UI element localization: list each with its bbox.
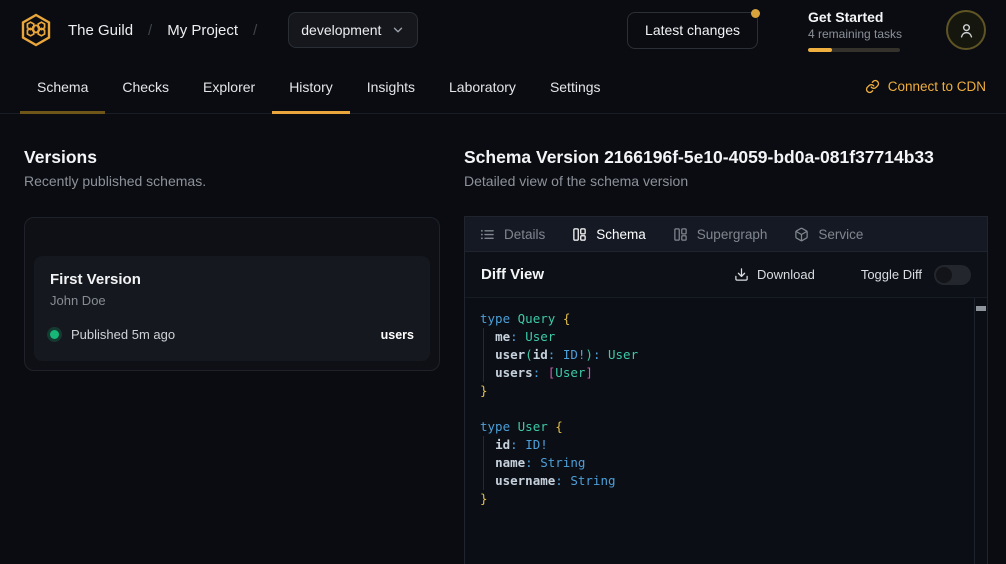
indent-guide [483, 364, 484, 382]
versions-subtitle: Recently published schemas. [24, 173, 440, 190]
version-author: John Doe [50, 293, 414, 309]
get-started-progressbar [808, 48, 900, 52]
environment-select-value: development [301, 22, 381, 38]
latest-changes-label: Latest changes [645, 22, 740, 38]
toggle-diff-label: Toggle Diff [861, 267, 922, 282]
versions-title: Versions [24, 147, 440, 167]
switch-knob [936, 267, 952, 283]
code-line: me: User [480, 328, 961, 346]
published-status-dot [50, 330, 59, 339]
breadcrumb-project[interactable]: My Project [167, 22, 238, 39]
code-line: type Query { [480, 310, 961, 328]
diff-toolbar: Diff View Download Toggle Diff [465, 252, 987, 298]
cube-icon [794, 227, 809, 242]
tab-details[interactable]: Details [480, 227, 545, 242]
indent-guide [483, 346, 484, 364]
main-content: Versions Recently published schemas. Fir… [0, 114, 1006, 564]
nav-tab-settings[interactable]: Settings [533, 60, 618, 113]
notification-dot [751, 9, 760, 18]
toggle-diff-switch[interactable] [934, 265, 971, 285]
version-title: First Version [50, 270, 414, 289]
version-detail-panel: Schema Version 2166196f-5e10-4059-bd0a-0… [464, 147, 1006, 564]
viewer-tabstrip: Details Schema Sup [465, 217, 987, 252]
nav-tab-history[interactable]: History [272, 60, 350, 113]
code-line: username: String [480, 472, 961, 490]
nav-tab-label: Settings [550, 79, 601, 95]
tab-service[interactable]: Service [794, 227, 863, 242]
get-started-title: Get Started [808, 9, 900, 26]
nav-tab-label: Explorer [203, 79, 255, 95]
breadcrumb: The Guild / My Project / [68, 22, 272, 39]
indent-guide [483, 472, 484, 490]
tab-supergraph[interactable]: Supergraph [673, 227, 768, 242]
nav-tab-explorer[interactable]: Explorer [186, 60, 272, 113]
breadcrumb-separator: / [253, 22, 257, 39]
latest-changes-button[interactable]: Latest changes [627, 12, 758, 49]
version-list-item[interactable]: First Version John Doe Published 5m ago … [34, 256, 430, 361]
indent-guide [483, 454, 484, 472]
nav-tab-laboratory[interactable]: Laboratory [432, 60, 533, 113]
indent-guide [483, 436, 484, 454]
environment-select[interactable]: development [288, 12, 418, 48]
versions-list-card: First Version John Doe Published 5m ago … [24, 217, 440, 371]
get-started-widget[interactable]: Get Started 4 remaining tasks [808, 9, 900, 52]
indent-guide [483, 328, 484, 346]
download-button[interactable]: Download [728, 266, 821, 283]
diff-view-title: Diff View [481, 266, 544, 283]
service-name-badge: users [381, 328, 414, 342]
progress-fill [808, 48, 832, 52]
nav-tab-schema[interactable]: Schema [20, 60, 105, 113]
breadcrumb-separator: / [148, 22, 152, 39]
code-scrollbar-thumb[interactable] [976, 306, 986, 311]
version-meta-row: Published 5m ago users [50, 327, 414, 342]
app-header: The Guild / My Project / development Lat… [0, 0, 1006, 60]
nav-tab-label: Laboratory [449, 79, 516, 95]
schema-code-viewer: type Query { me: User user(id: ID!): Use… [465, 298, 987, 564]
connect-to-cdn-button[interactable]: Connect to CDN [865, 79, 986, 94]
code-line: id: ID! [480, 436, 961, 454]
tab-label: Schema [596, 227, 646, 242]
nav-tab-label: Checks [122, 79, 169, 95]
breadcrumb-org[interactable]: The Guild [68, 22, 133, 39]
code-line: type User { [480, 418, 961, 436]
person-icon [958, 22, 975, 39]
connect-to-cdn-label: Connect to CDN [888, 79, 986, 94]
tab-label: Service [818, 227, 863, 242]
layout-icon [673, 227, 688, 242]
schema-version-title: Schema Version 2166196f-5e10-4059-bd0a-0… [464, 147, 988, 167]
layout-icon [572, 227, 587, 242]
code-line [480, 400, 961, 418]
project-nav: Schema Checks Explorer History Insights … [0, 60, 1006, 114]
header-actions: Latest changes Get Started 4 remaining t… [627, 9, 986, 52]
download-icon [734, 267, 749, 282]
schema-version-subtitle: Detailed view of the schema version [464, 173, 988, 190]
chevron-down-icon [391, 23, 405, 37]
schema-viewer: Details Schema Sup [464, 216, 988, 564]
tab-schema[interactable]: Schema [572, 227, 646, 242]
tab-label: Details [504, 227, 545, 242]
nav-tab-label: Schema [37, 79, 88, 95]
nav-tab-label: History [289, 79, 333, 95]
code-lines: type Query { me: User user(id: ID!): Use… [480, 310, 961, 508]
nav-tab-checks[interactable]: Checks [105, 60, 186, 113]
list-icon [480, 227, 495, 242]
nav-tab-label: Insights [367, 79, 415, 95]
hive-logo-icon[interactable] [18, 12, 54, 48]
get-started-subtitle: 4 remaining tasks [808, 27, 900, 42]
code-line: name: String [480, 454, 961, 472]
versions-panel: Versions Recently published schemas. Fir… [0, 147, 464, 564]
code-line: } [480, 382, 961, 400]
version-status-text: Published 5m ago [71, 327, 175, 342]
user-avatar-button[interactable] [946, 10, 986, 50]
download-label: Download [757, 267, 815, 282]
nav-tab-insights[interactable]: Insights [350, 60, 432, 113]
code-line: users: [User] [480, 364, 961, 382]
code-line: } [480, 490, 961, 508]
link-icon [865, 79, 880, 94]
tab-label: Supergraph [697, 227, 768, 242]
code-line: user(id: ID!): User [480, 346, 961, 364]
code-scrollbar[interactable] [974, 298, 987, 564]
